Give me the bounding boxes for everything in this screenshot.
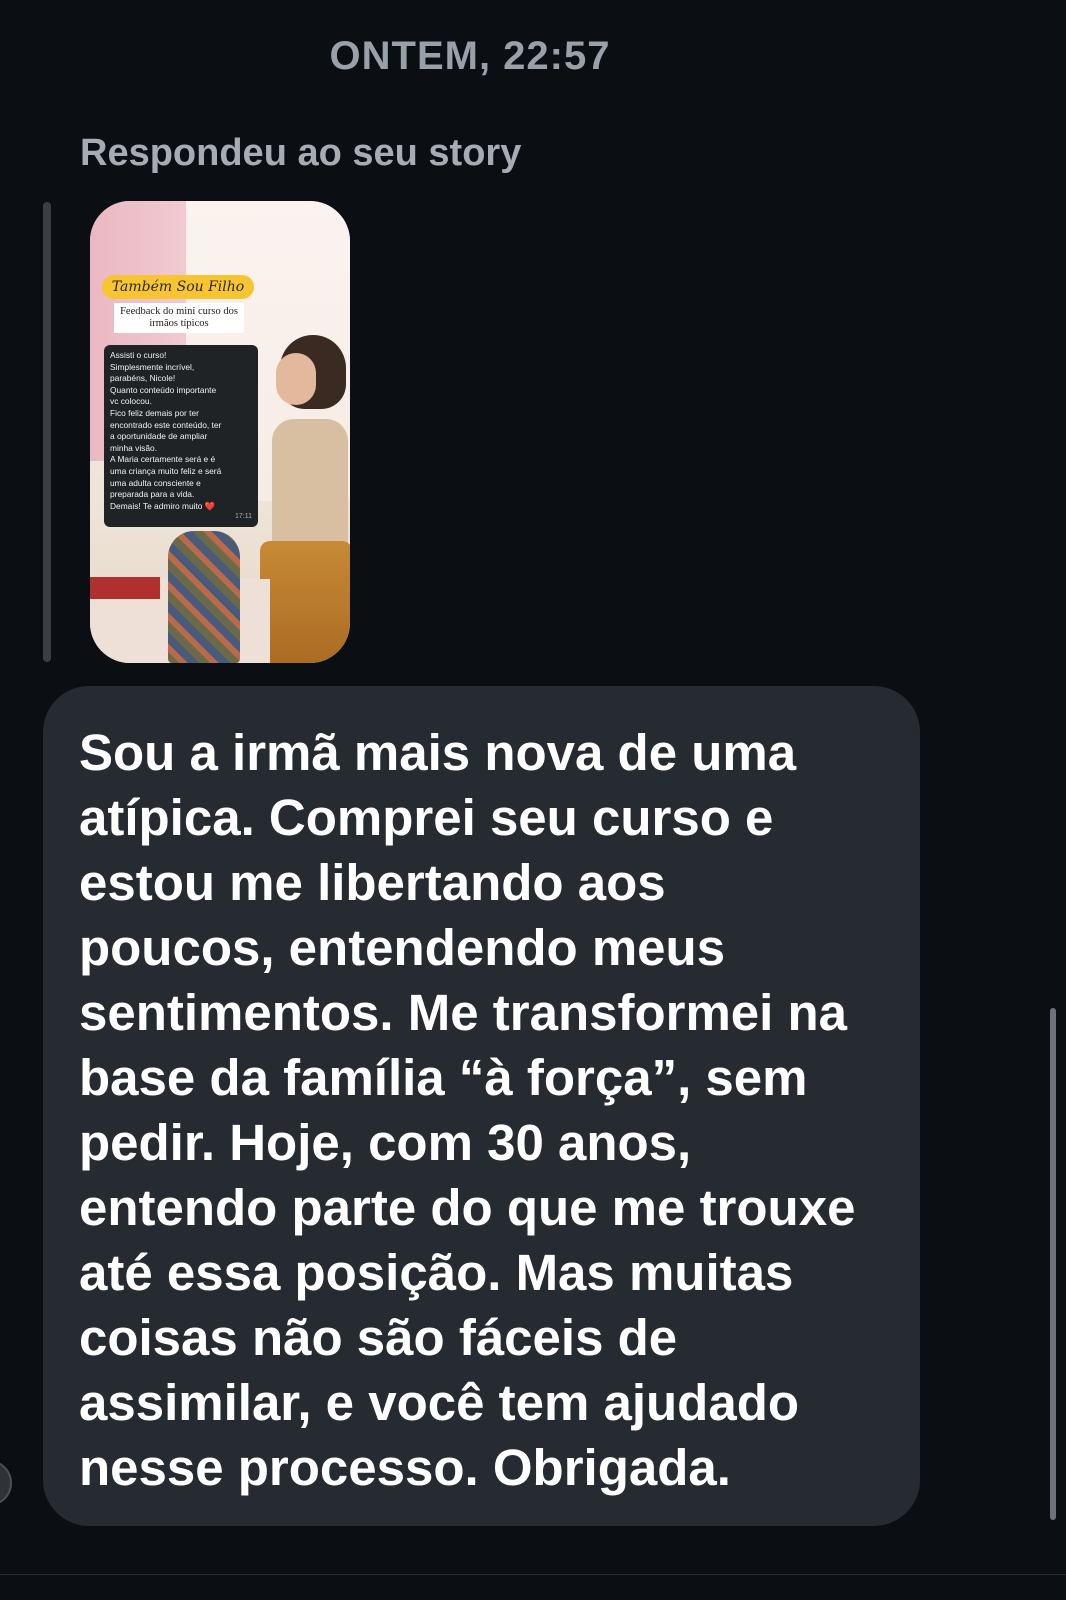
story-chat-line: a oportunidade de ampliar xyxy=(110,431,208,442)
woman-skirt xyxy=(260,541,350,663)
story-chat-line: Quanto conteúdo importante xyxy=(110,384,217,395)
story-chat-line: encontrado este conteúdo, ter xyxy=(110,419,222,430)
story-chat-line: minha visão. xyxy=(110,442,158,453)
story-chat-line: Assisti o curso! xyxy=(110,350,167,360)
message-line: Sou a irmã mais nova de uma xyxy=(79,724,797,781)
scrollbar[interactable] xyxy=(1050,1008,1056,1520)
story-chat-line: A Maria certamente será e é xyxy=(110,454,216,465)
story-chat-line: preparada para a vida. xyxy=(110,489,195,500)
message-text: Sou a irmã mais nova de uma atípica. Com… xyxy=(79,720,884,1500)
message-line: base da família “à força”, sem xyxy=(79,1049,808,1106)
message-bubble[interactable]: Sou a irmã mais nova de uma atípica. Com… xyxy=(43,686,920,1526)
message-line: entendo parte do que me trouxe xyxy=(79,1179,856,1236)
message-line: até essa posição. Mas muitas xyxy=(79,1244,794,1301)
story-reply-label: Respondeu ao seu story xyxy=(80,132,522,174)
story-child-figure xyxy=(168,531,240,663)
message-line: nesse processo. Obrigada. xyxy=(79,1439,731,1496)
message-line: poucos, entendendo meus xyxy=(79,919,726,976)
story-chat-line: uma adulta consciente e xyxy=(110,477,201,488)
story-chat-line: Fico feliz demais por ter xyxy=(110,407,199,418)
message-line: assimilar, e você tem ajudado xyxy=(79,1374,800,1431)
sender-avatar[interactable] xyxy=(0,1460,12,1506)
message-line: coisas não são fáceis de xyxy=(79,1309,678,1366)
story-chat-line: vc colocou. xyxy=(110,396,152,407)
reply-quote-bar xyxy=(43,202,51,662)
story-chat-line: Simplesmente incrível, xyxy=(110,361,195,372)
story-chat-screenshot: Assisti o curso! Simplesmente incrível, … xyxy=(104,345,258,527)
story-subtitle: Feedback do mini curso dos irmãos típico… xyxy=(114,303,244,333)
story-table-red-item xyxy=(90,577,160,599)
story-chat-line: parabéns, Nicole! xyxy=(110,373,176,384)
story-title-pill: Também Sou Filho xyxy=(102,275,254,299)
story-chat-time: 17:11 xyxy=(235,513,252,521)
message-line: pedir. Hoje, com 30 anos, xyxy=(79,1114,692,1171)
woman-face xyxy=(276,353,316,405)
conversation-timestamp: ONTEM, 22:57 xyxy=(329,34,611,78)
message-line: sentimentos. Me transformei na xyxy=(79,984,848,1041)
story-chat-line: Demais! Te admiro muito ❤️ xyxy=(110,500,216,511)
message-line: estou me libertando aos xyxy=(79,854,666,911)
woman-top xyxy=(272,419,348,549)
story-woman-figure xyxy=(260,331,350,663)
message-line: atípica. Comprei seu curso e xyxy=(79,789,774,846)
story-chat-line: uma criança muito feliz e será xyxy=(110,465,222,476)
bottom-divider xyxy=(0,1574,1066,1575)
story-thumbnail[interactable]: Também Sou Filho Feedback do mini curso … xyxy=(90,201,350,663)
